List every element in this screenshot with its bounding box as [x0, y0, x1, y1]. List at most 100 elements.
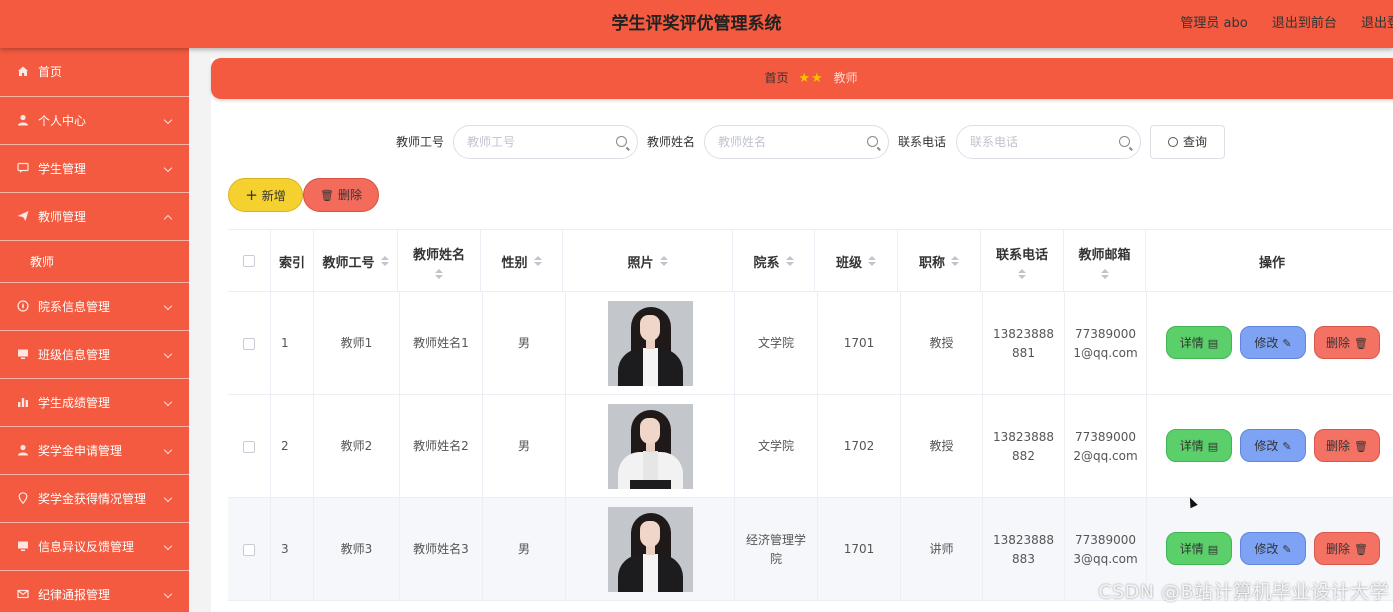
main-content: 首页 ★★ 教师 教师工号 教师姓名 联系电话 查询 +新增 🗑删除 索引	[211, 58, 1393, 612]
sidebar-item-label: 院系信息管理	[38, 300, 111, 314]
admin-user-link[interactable]: 管理员 abo	[1180, 16, 1247, 31]
sort-icon[interactable]	[951, 256, 959, 266]
search-label-teacher-name: 教师姓名	[647, 135, 696, 149]
top-header: 学生评奖评优管理系统 管理员 abo 退出到前台 退出登录	[0, 0, 1393, 48]
document-icon: ▤	[1207, 440, 1219, 453]
batch-delete-button[interactable]: 🗑 删除	[303, 178, 379, 212]
teacher-name-input[interactable]	[705, 126, 855, 158]
edit-button[interactable]: 修改 ✎	[1240, 532, 1306, 565]
mail-icon	[17, 589, 29, 599]
cell-phone: 13823888883	[983, 498, 1065, 601]
sidebar-item-scholarship-result[interactable]: 奖学金获得情况管理	[0, 475, 189, 523]
pencil-icon: ✎	[1282, 337, 1292, 350]
cell-dept: 经济管理学院	[735, 498, 818, 601]
column-header-gender[interactable]: 性别	[481, 230, 563, 292]
sort-icon[interactable]	[659, 256, 668, 266]
star-icon: ★★	[798, 71, 824, 86]
phone-input[interactable]	[957, 126, 1107, 158]
add-button[interactable]: + 新增	[228, 178, 303, 212]
detail-button[interactable]: 详情 ▤	[1166, 326, 1232, 359]
query-button[interactable]: 查询	[1150, 125, 1225, 159]
breadcrumb-home[interactable]: 首页	[765, 71, 789, 85]
chevron-up-icon	[163, 214, 173, 224]
sidebar-item-label: 班级信息管理	[38, 348, 111, 362]
cell-dept: 文学院	[735, 395, 818, 498]
watermark: CSDN @B站计算机毕业设计大学	[1098, 581, 1389, 603]
phone-field[interactable]	[956, 125, 1141, 159]
column-header-teacher-name[interactable]: 教师姓名	[398, 230, 481, 292]
sidebar-item-label: 教师管理	[38, 210, 87, 224]
sidebar-item-label: 学生管理	[38, 162, 87, 176]
column-header-teacher-id[interactable]: 教师工号	[314, 230, 398, 292]
teacher-id-input[interactable]	[454, 126, 604, 158]
sidebar-item-score-mgmt[interactable]: 学生成绩管理	[0, 379, 189, 427]
go-frontend-link[interactable]: 退出到前台	[1272, 16, 1337, 31]
chevron-down-icon	[163, 493, 173, 503]
monitor-icon	[18, 541, 28, 551]
sidebar-item-discipline[interactable]: 纪律通报管理	[0, 571, 189, 612]
column-header-email[interactable]: 教师邮箱	[1064, 230, 1146, 292]
edit-button[interactable]: 修改 ✎	[1240, 429, 1306, 462]
edit-button[interactable]: 修改 ✎	[1240, 326, 1306, 359]
sidebar-item-dept-info[interactable]: 院系信息管理	[0, 283, 189, 331]
chevron-down-icon	[163, 349, 173, 359]
sidebar-item-home[interactable]: 首页	[0, 48, 189, 97]
sort-icon[interactable]	[1018, 268, 1026, 279]
search-icon	[867, 136, 878, 147]
column-header-phone[interactable]: 联系电话	[981, 230, 1064, 292]
sort-icon[interactable]	[435, 268, 443, 279]
chevron-down-icon	[163, 445, 173, 455]
detail-button[interactable]: 详情 ▤	[1166, 532, 1232, 565]
sidebar-item-scholarship-apply[interactable]: 奖学金申请管理	[0, 427, 189, 475]
sidebar-item-personal-center[interactable]: 个人中心	[0, 97, 189, 145]
sidebar-item-student-mgmt[interactable]: 学生管理	[0, 145, 189, 193]
column-header-title[interactable]: 职称	[898, 230, 981, 292]
row-checkbox[interactable]	[243, 440, 255, 453]
sidebar-item-label: 纪律通报管理	[38, 588, 111, 602]
column-header-actions: 操作	[1258, 255, 1285, 271]
sort-icon[interactable]	[868, 256, 876, 266]
cell-class: 1701	[818, 498, 901, 601]
table-row: 1 教师1 教师姓名1 男 文学院 1701 教授 13823888881 77…	[228, 292, 1393, 395]
sidebar-item-label: 首页	[38, 65, 63, 79]
cell-gender: 男	[483, 292, 566, 395]
sidebar-item-feedback[interactable]: 信息异议反馈管理	[0, 523, 189, 571]
delete-button[interactable]: 删除 🗑	[1314, 326, 1380, 359]
cell-title: 教授	[901, 395, 983, 498]
compass-icon	[17, 300, 29, 312]
sort-icon[interactable]	[785, 256, 794, 266]
search-icon	[616, 136, 627, 147]
logout-link[interactable]: 退出登录	[1361, 16, 1393, 31]
cell-class: 1702	[818, 395, 901, 498]
cell-index: 1	[271, 292, 314, 395]
search-form: 教师工号 教师姓名 联系电话 查询	[211, 125, 1393, 159]
cell-phone: 13823888881	[983, 292, 1065, 395]
row-checkbox[interactable]	[243, 543, 255, 556]
column-header-class[interactable]: 班级	[815, 230, 898, 292]
column-header-photo[interactable]: 照片	[563, 230, 733, 292]
trash-icon: 🗑	[1354, 440, 1368, 453]
sort-icon[interactable]	[533, 256, 542, 266]
select-all-checkbox[interactable]	[243, 255, 255, 267]
trash-icon: 🗑	[1354, 543, 1368, 556]
sidebar-subitem-teacher[interactable]: 教师	[0, 241, 189, 283]
sort-icon[interactable]	[380, 256, 389, 266]
detail-button[interactable]: 详情 ▤	[1166, 429, 1232, 462]
sidebar-item-label: 奖学金申请管理	[38, 444, 123, 458]
sort-icon[interactable]	[1100, 268, 1109, 279]
trash-icon: 🗑	[1354, 337, 1368, 350]
cell-phone: 13823888882	[983, 395, 1065, 498]
plus-icon: +	[245, 186, 258, 204]
row-checkbox[interactable]	[243, 337, 255, 350]
delete-button[interactable]: 删除 🗑	[1314, 532, 1380, 565]
delete-button[interactable]: 删除 🗑	[1314, 429, 1380, 462]
teacher-name-field[interactable]	[704, 125, 889, 159]
bar-chart-icon	[18, 398, 28, 407]
column-header-dept[interactable]: 院系	[733, 230, 815, 292]
cell-gender: 男	[483, 395, 566, 498]
teacher-id-field[interactable]	[453, 125, 638, 159]
sidebar-item-class-info[interactable]: 班级信息管理	[0, 331, 189, 379]
cell-photo	[566, 498, 735, 601]
location-icon	[18, 492, 28, 504]
sidebar-item-teacher-mgmt[interactable]: 教师管理	[0, 193, 189, 241]
